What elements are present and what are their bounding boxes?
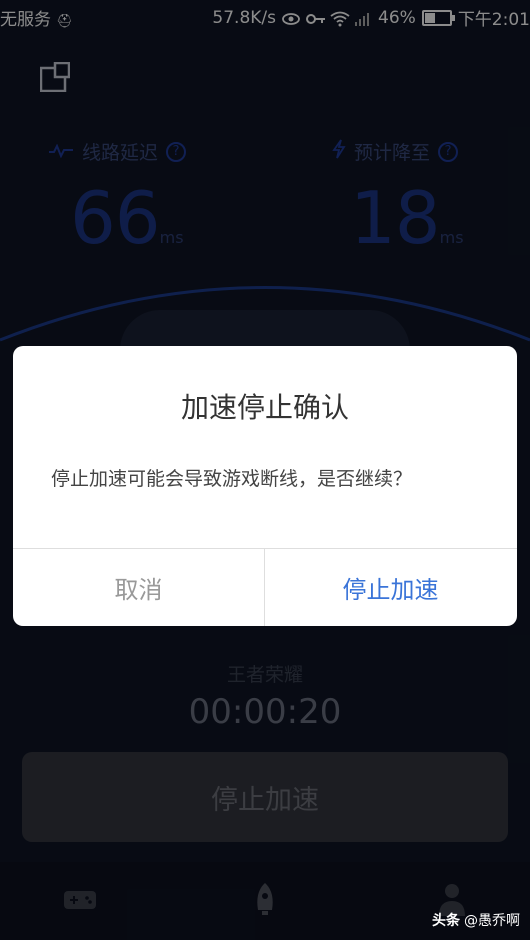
watermark: 头条 @愚乔啊	[432, 910, 520, 930]
watermark-brand: 头条	[432, 913, 460, 929]
stop-confirm-dialog: 加速停止确认 停止加速可能会导致游戏断线，是否继续？ 取消 停止加速	[13, 346, 517, 626]
watermark-handle: @愚乔啊	[464, 913, 520, 929]
dialog-title: 加速停止确认	[180, 391, 349, 424]
cancel-button[interactable]: 取消	[13, 549, 264, 626]
dialog-message: 停止加速可能会导致游戏断线，是否继续？	[51, 468, 413, 490]
confirm-stop-button[interactable]: 停止加速	[265, 549, 516, 626]
